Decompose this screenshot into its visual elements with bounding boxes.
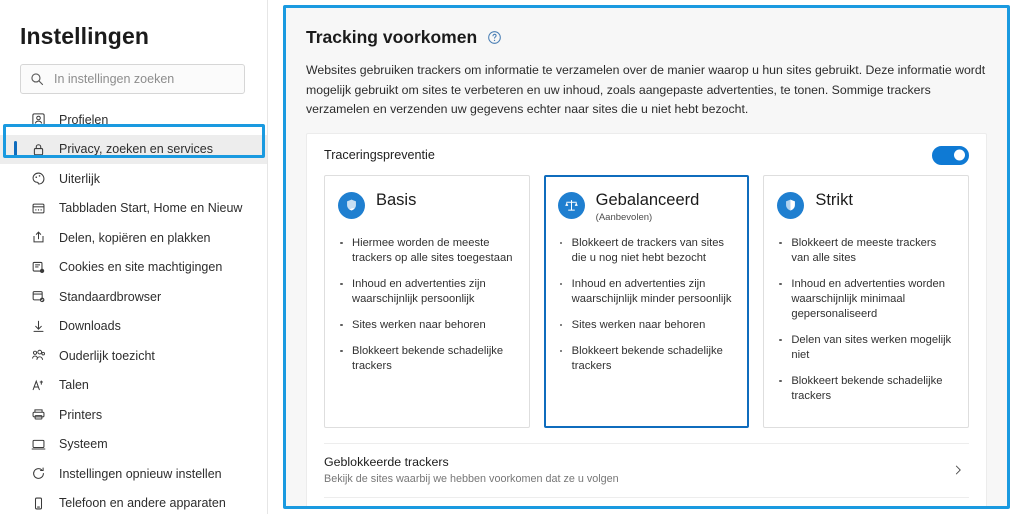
sidebar-item-label: Systeem bbox=[59, 437, 108, 452]
tracking-level-gebalanceerd[interactable]: Gebalanceerd (Aanbevolen) Blokkeert de t… bbox=[543, 174, 750, 428]
tracking-level-options: Basis Hiermee worden de meeste trackers … bbox=[307, 169, 986, 443]
sidebar-item-instellingen-opnieuw-instellen[interactable]: Instellingen opnieuw instellen bbox=[0, 459, 267, 489]
sidebar-item-systeem[interactable]: Systeem bbox=[0, 430, 267, 460]
tracking-level-basis[interactable]: Basis Hiermee worden de meeste trackers … bbox=[324, 174, 530, 428]
search-box[interactable] bbox=[20, 64, 245, 94]
sidebar-item-label: Talen bbox=[59, 378, 89, 393]
tracking-prevention-card: Traceringspreventie Basis Hiermee worden… bbox=[306, 132, 987, 507]
sidebar-item-label: Ouderlijk toezicht bbox=[59, 348, 155, 363]
profile-icon bbox=[30, 111, 47, 128]
scales-balanced-icon bbox=[557, 191, 585, 219]
level-bullet: Inhoud en advertenties zijn waarschijnli… bbox=[338, 277, 516, 307]
cookie-permissions-icon bbox=[30, 259, 47, 276]
sidebar-item-profielen[interactable]: Profielen bbox=[0, 105, 267, 135]
phone-icon bbox=[30, 495, 47, 512]
settings-content: Tracking voorkomen Websites gebruiken tr… bbox=[268, 0, 1024, 514]
toggle-knob bbox=[954, 149, 965, 161]
sidebar-item-privacy-zoeken-en-services[interactable]: Privacy, zoeken en services bbox=[0, 134, 267, 164]
tracking-prevention-panel: Tracking voorkomen Websites gebruiken tr… bbox=[286, 8, 1007, 506]
sidebar-item-label: Instellingen opnieuw instellen bbox=[59, 466, 222, 481]
sidebar-item-label: Printers bbox=[59, 407, 103, 422]
section-description: Websites gebruiken trackers om informati… bbox=[306, 63, 986, 116]
tracking-level-strikt[interactable]: Strikt Blokkeert de meeste trackers van … bbox=[763, 174, 970, 428]
sidebar-item-cookies-en-site-machtigingen[interactable]: Cookies en site machtigingen bbox=[0, 253, 267, 283]
sidebar-nav: Profielen Privacy, zoeken en services Ui… bbox=[0, 105, 267, 514]
level-bullet: Inhoud en advertenties zijn waarschijnli… bbox=[558, 277, 736, 307]
level-bullet: Sites werken naar behoren bbox=[558, 318, 736, 333]
download-icon bbox=[30, 318, 47, 335]
level-bullet: Blokkeert de trackers van sites die u no… bbox=[558, 236, 736, 266]
level-name: Gebalanceerd bbox=[595, 190, 700, 209]
level-title-group: Gebalanceerd (Aanbevolen) bbox=[596, 190, 700, 224]
sidebar-item-talen[interactable]: Talen bbox=[0, 371, 267, 401]
section-title: Tracking voorkomen bbox=[306, 27, 478, 47]
lock-icon bbox=[30, 141, 47, 158]
default-browser-icon bbox=[30, 288, 47, 305]
settings-window: Instellingen Profielen bbox=[0, 0, 1024, 514]
help-circle-icon[interactable] bbox=[486, 29, 502, 45]
monitor-icon bbox=[30, 436, 47, 453]
level-bullets: Blokkeert de trackers van sites die u no… bbox=[558, 236, 736, 374]
level-bullet: Sites werken naar behoren bbox=[338, 318, 516, 333]
level-bullet: Blokkeert bekende schadelijke trackers bbox=[338, 344, 516, 374]
sidebar-item-label: Telefoon en andere apparaten bbox=[59, 496, 226, 511]
row-subtitle: Bekijk de sites waarbij we hebben voorko… bbox=[324, 472, 619, 485]
search-icon bbox=[29, 71, 45, 87]
row-geblokkeerde-trackers[interactable]: Geblokkeerde trackers Bekijk de sites wa… bbox=[307, 444, 986, 497]
section-header: Tracking voorkomen bbox=[306, 26, 987, 48]
sidebar-item-printers[interactable]: Printers bbox=[0, 400, 267, 430]
shield-strict-icon bbox=[777, 191, 805, 219]
row-texts: Geblokkeerde trackers Bekijk de sites wa… bbox=[324, 455, 619, 485]
row-uitzonderingen[interactable]: Uitzonderingen Alle trackers toestaan op… bbox=[307, 498, 986, 507]
tabs-icon bbox=[30, 200, 47, 217]
level-recommended-label: (Aanbevolen) bbox=[595, 211, 653, 223]
settings-sidebar: Instellingen Profielen bbox=[0, 0, 268, 514]
chevron-right-icon bbox=[951, 463, 965, 477]
level-bullet: Blokkeert bekende schadelijke trackers bbox=[558, 344, 736, 374]
palette-icon bbox=[30, 170, 47, 187]
sidebar-item-label: Uiterlijk bbox=[59, 171, 100, 186]
tracking-prevention-label: Traceringspreventie bbox=[324, 148, 435, 162]
sidebar-item-downloads[interactable]: Downloads bbox=[0, 312, 267, 342]
sidebar-item-standaardbrowser[interactable]: Standaardbrowser bbox=[0, 282, 267, 312]
share-icon bbox=[30, 229, 47, 246]
level-bullet: Delen van sites werken mogelijk niet bbox=[777, 333, 955, 363]
sidebar-item-uiterlijk[interactable]: Uiterlijk bbox=[0, 164, 267, 194]
level-name: Basis bbox=[376, 190, 417, 209]
sidebar-item-label: Downloads bbox=[59, 319, 121, 334]
sidebar-item-delen-kopieren-en-plakken[interactable]: Delen, kopiëren en plakken bbox=[0, 223, 267, 253]
sidebar-item-label: Standaardbrowser bbox=[59, 289, 162, 304]
level-header: Gebalanceerd (Aanbevolen) bbox=[557, 190, 736, 224]
level-bullet: Blokkeert bekende schadelijke trackers bbox=[777, 374, 955, 404]
sidebar-item-label: Profielen bbox=[59, 112, 109, 127]
page-title: Instellingen bbox=[20, 23, 149, 49]
level-title-group: Basis bbox=[376, 190, 416, 210]
level-title-group: Strikt bbox=[815, 190, 853, 210]
language-icon bbox=[30, 377, 47, 394]
tracking-prevention-header: Traceringspreventie bbox=[307, 134, 986, 169]
sidebar-item-label: Tabbladen Start, Home en Nieuw bbox=[59, 201, 243, 216]
search-input[interactable] bbox=[54, 72, 236, 86]
sidebar-item-telefoon-en-andere-apparaten[interactable]: Telefoon en andere apparaten bbox=[0, 489, 267, 514]
level-header: Strikt bbox=[777, 190, 955, 224]
level-bullet: Blokkeert de meeste trackers van alle si… bbox=[777, 236, 955, 266]
tracking-prevention-toggle[interactable] bbox=[932, 145, 969, 165]
family-icon bbox=[30, 347, 47, 364]
level-header: Basis bbox=[338, 190, 516, 224]
sidebar-item-ouderlijk-toezicht[interactable]: Ouderlijk toezicht bbox=[0, 341, 267, 371]
level-bullet: Inhoud en advertenties worden waarschijn… bbox=[777, 277, 955, 322]
row-title: Geblokkeerde trackers bbox=[324, 454, 449, 469]
sidebar-item-label: Cookies en site machtigingen bbox=[59, 260, 223, 275]
sidebar-item-label: Privacy, zoeken en services bbox=[59, 142, 213, 157]
level-bullets: Blokkeert de meeste trackers van alle si… bbox=[777, 236, 955, 404]
shield-basic-icon bbox=[338, 191, 365, 219]
reset-icon bbox=[30, 465, 47, 482]
sidebar-item-label: Delen, kopiëren en plakken bbox=[59, 230, 211, 245]
sidebar-item-tabbladen-start-home-en-nieuw[interactable]: Tabbladen Start, Home en Nieuw bbox=[0, 194, 267, 224]
level-bullets: Hiermee worden de meeste trackers op all… bbox=[338, 236, 516, 374]
level-name: Strikt bbox=[815, 190, 853, 209]
printer-icon bbox=[30, 406, 47, 423]
level-bullet: Hiermee worden de meeste trackers op all… bbox=[338, 236, 516, 266]
